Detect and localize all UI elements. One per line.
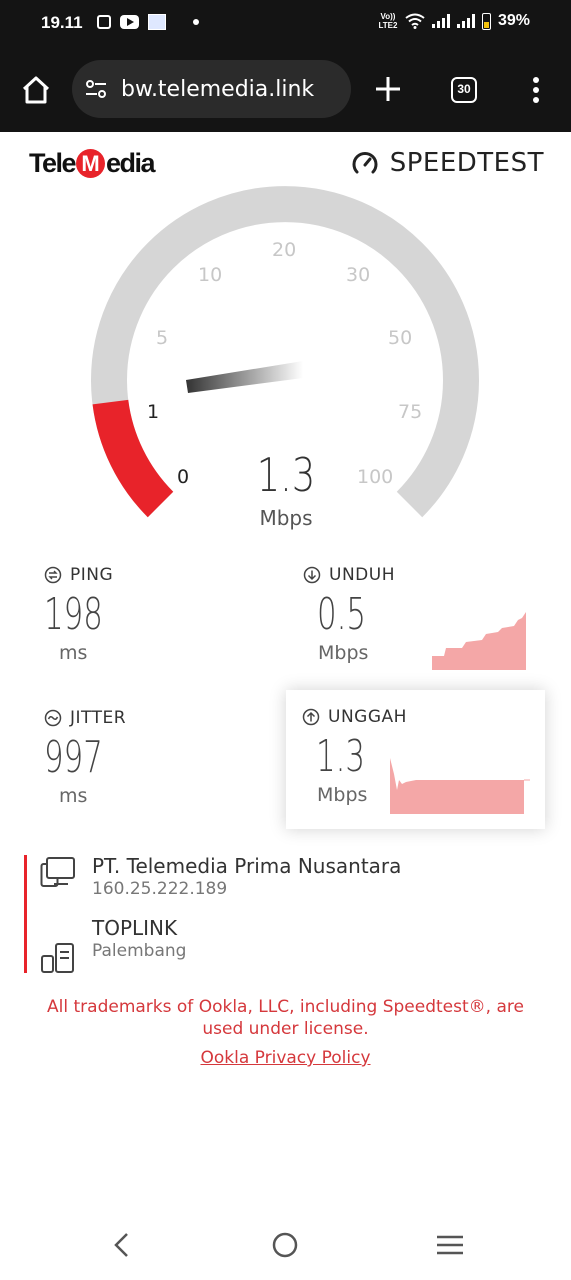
- download-value: 0.5: [317, 589, 366, 640]
- gauge-speed-unit: Mbps: [259, 506, 313, 530]
- ping-value: 198: [44, 589, 103, 640]
- trademark-notice: All trademarks of Ookla, LLC, including …: [47, 997, 524, 1039]
- upload-sparkline: [390, 758, 530, 814]
- jitter-icon: [44, 709, 62, 727]
- recents-icon[interactable]: [433, 1228, 467, 1262]
- upload-card: UNGGAH 1.3 Mbps: [286, 690, 545, 829]
- server-icon: [41, 943, 74, 973]
- privacy-policy-link[interactable]: Ookla Privacy Policy: [0, 1048, 571, 1068]
- devices-icon: [40, 857, 75, 887]
- gauge-tick-5: 5: [156, 327, 169, 349]
- speedtest-logo: SPEEDTEST: [350, 148, 544, 178]
- gauge-speed-value: 1.3: [256, 448, 316, 502]
- wifi-icon: [405, 13, 425, 29]
- site-settings-icon[interactable]: [84, 77, 108, 101]
- battery-percent: 39%: [497, 12, 530, 29]
- gauge-tick-10: 10: [198, 264, 223, 286]
- status-bar: 19.11 Vo)) LTE2 39%: [0, 0, 571, 48]
- image-notification-icon: [148, 14, 166, 30]
- gauge-needle: [186, 361, 303, 393]
- ping-icon: [44, 566, 62, 584]
- signal-icon-2: [456, 14, 475, 28]
- jitter-metric: JITTER 997 ms: [44, 708, 128, 807]
- tabs-button[interactable]: 30: [451, 77, 477, 103]
- download-sparkline: [432, 612, 526, 670]
- gauge-tick-75: 75: [398, 401, 423, 423]
- speedtest-wordmark: SPEEDTEST: [389, 148, 544, 178]
- signal-icon: [431, 14, 450, 28]
- speed-gauge: 0 1 5 10 20 30 50 75 100 1.3 Mbps: [0, 180, 571, 550]
- ping-unit: ms: [59, 642, 88, 664]
- notification-icons: [97, 14, 199, 30]
- gauge-tick-50: 50: [388, 327, 413, 349]
- menu-icon[interactable]: [533, 77, 539, 103]
- logo-m: M: [76, 148, 106, 178]
- jitter-unit: ms: [59, 785, 88, 807]
- server-location: Palembang: [92, 941, 187, 961]
- youtube-icon: [120, 15, 139, 29]
- server-host[interactable]: TOPLINK: [92, 916, 177, 940]
- battery-icon: [481, 12, 491, 30]
- network-type-label: Vo)) LTE2: [378, 12, 398, 30]
- server-accent-bar: [24, 855, 27, 973]
- status-time: 19.11: [41, 13, 83, 32]
- upload-value: 1.3: [316, 731, 365, 782]
- download-icon: [303, 566, 321, 584]
- gauge-tick-20: 20: [272, 239, 297, 261]
- gauge-tick-0: 0: [177, 466, 190, 488]
- download-unit: Mbps: [318, 642, 369, 664]
- telemedia-logo: Tele Media: [29, 147, 156, 179]
- dot-icon: [193, 19, 199, 25]
- ip-address: 160.25.222.189: [92, 879, 228, 899]
- briefcase-icon: [97, 15, 111, 29]
- download-label: UNDUH: [329, 565, 395, 585]
- system-nav-bar: [0, 1210, 571, 1280]
- upload-label: UNGGAH: [328, 707, 407, 727]
- back-icon[interactable]: [105, 1228, 139, 1262]
- url-text[interactable]: bw.telemedia.link: [121, 77, 314, 102]
- address-bar[interactable]: bw.telemedia.link: [72, 60, 351, 118]
- gauge-tick-30: 30: [346, 264, 371, 286]
- system-icons: Vo)) LTE2 39%: [378, 12, 530, 30]
- gauge-tick-1: 1: [147, 401, 160, 423]
- download-metric: UNDUH 0.5 Mbps: [303, 565, 395, 664]
- jitter-value: 997: [44, 732, 103, 783]
- logo-part-1: Tele: [29, 147, 77, 178]
- home-icon[interactable]: [20, 74, 52, 106]
- jitter-label: JITTER: [70, 708, 127, 728]
- logo-part-2: edia: [106, 147, 156, 178]
- upload-icon: [302, 708, 320, 726]
- browser-toolbar: bw.telemedia.link 30: [0, 48, 571, 132]
- home-nav-icon[interactable]: [268, 1228, 302, 1262]
- ping-metric: PING 198 ms: [44, 565, 128, 664]
- isp-name: PT. Telemedia Prima Nusantara: [92, 854, 402, 878]
- new-tab-icon[interactable]: [374, 75, 402, 103]
- speedometer-icon: [352, 152, 378, 174]
- ping-label: PING: [70, 565, 114, 585]
